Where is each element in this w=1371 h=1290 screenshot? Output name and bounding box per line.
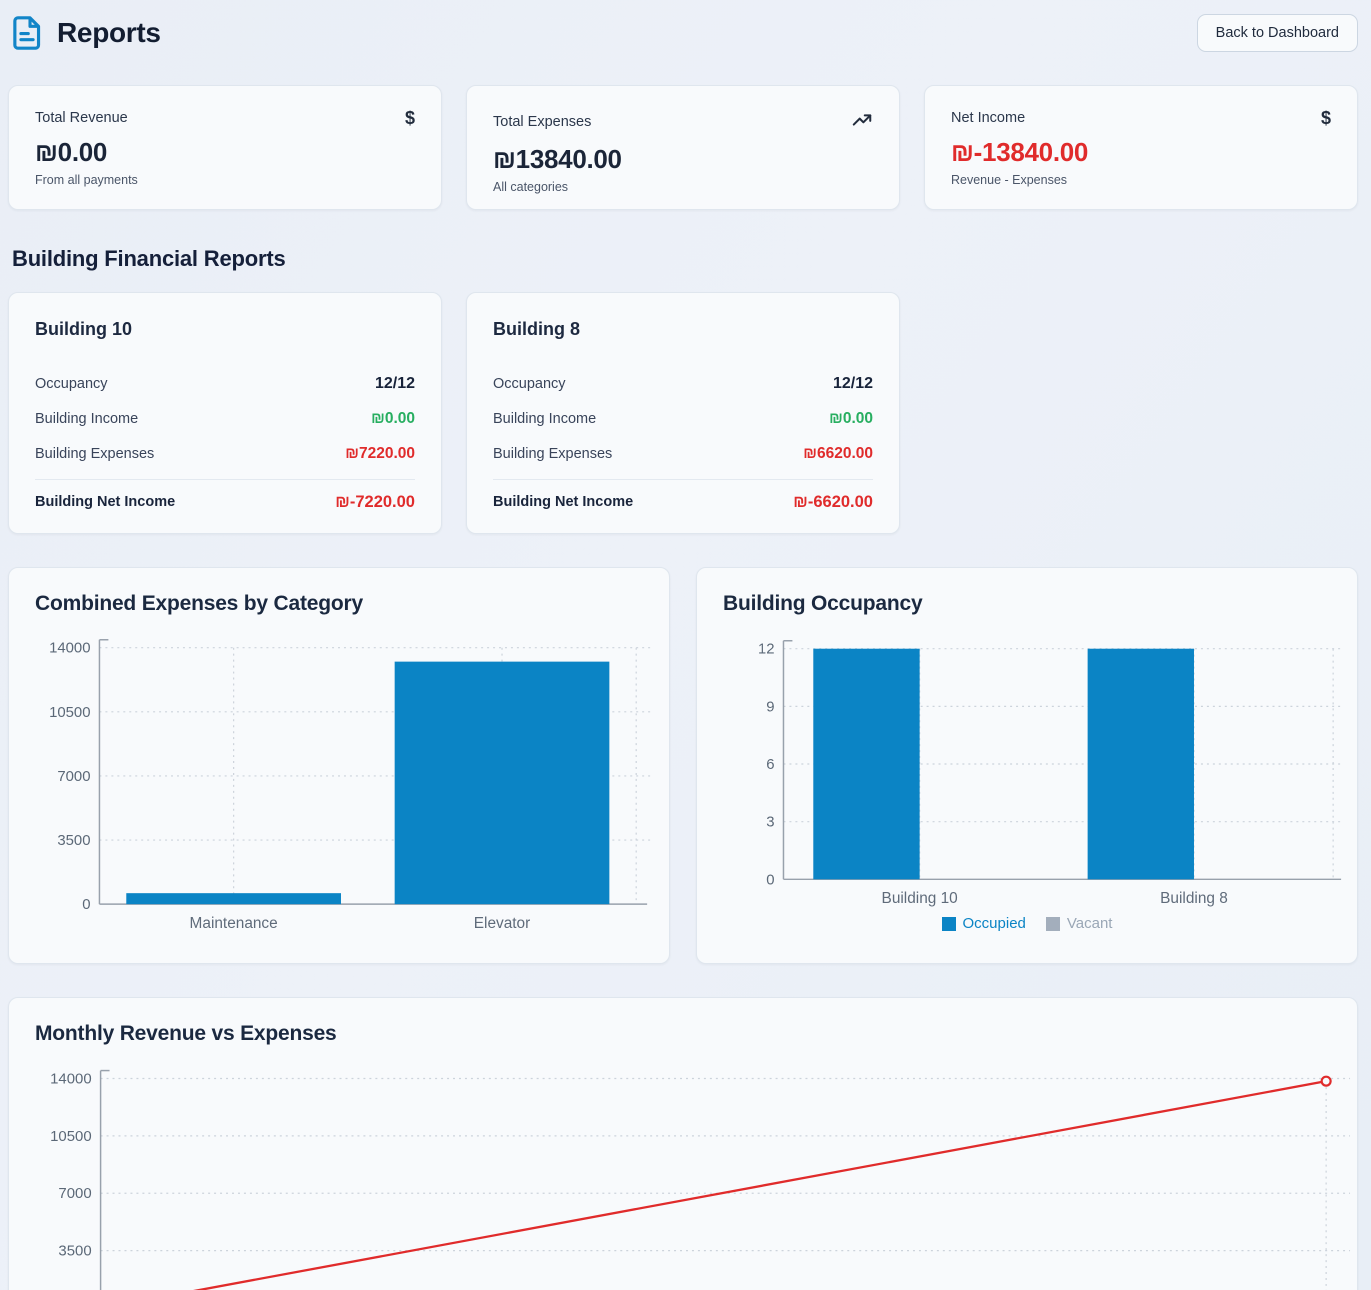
legend-label: Vacant: [1066, 915, 1113, 932]
bar-occupied-1: [1087, 648, 1194, 880]
trending-up-icon: [851, 109, 873, 134]
row-value: ₪6620.00: [803, 444, 873, 462]
row-value: 12/12: [374, 374, 415, 392]
row-value: ₪-6620.00: [793, 492, 873, 511]
building-card-building-8: Building 8 Occupancy 12/12 Building Inco…: [466, 292, 900, 534]
svg-text:Elevator: Elevator: [474, 915, 530, 932]
row-label: Building Expenses: [35, 445, 155, 462]
section-title: Building Financial Reports: [12, 246, 286, 271]
stat-value: ₪-13840.00: [951, 137, 1089, 167]
net-income-row: Building Net Income ₪-7220.00: [35, 484, 415, 520]
occupancy-row: Occupancy 12/12: [493, 366, 873, 401]
occupancy-bar-chart: 0 3 6 9 12 Building 10 Building 8: [758, 640, 1342, 907]
empty-grid-cell: [924, 292, 1358, 534]
bar-maintenance: [126, 893, 341, 905]
svg-text:7000: 7000: [57, 769, 90, 785]
expenses-row: Building Expenses ₪7220.00: [35, 436, 415, 471]
svg-text:14000: 14000: [50, 1071, 91, 1088]
row-label: Building Expenses: [493, 445, 613, 462]
row-value: ₪-7220.00: [335, 492, 415, 511]
legend-item-occupied: Occupied: [941, 915, 1026, 932]
building-occupancy-chart-card: Building Occupancy 0 3 6 9 12 Building 10 Buil…: [696, 567, 1358, 964]
page-title: Reports: [57, 17, 161, 48]
row-label: Building Income: [35, 410, 139, 427]
income-row: Building Income ₪0.00: [493, 401, 873, 436]
building-name: Building 8: [493, 319, 580, 339]
divider: [493, 479, 873, 480]
dollar-icon: $: [404, 108, 415, 128]
total-expenses-card: Total Expenses ₪13840.00 All categories: [466, 85, 900, 210]
vacant-swatch: [1045, 916, 1060, 931]
row-value: 12/12: [832, 374, 873, 392]
chart-title: Monthly Revenue vs Expenses: [35, 1022, 337, 1045]
svg-text:10500: 10500: [49, 705, 90, 721]
chart-legend: Occupied Vacant: [697, 915, 1357, 932]
svg-text:6: 6: [766, 757, 774, 773]
chart-title: Combined Expenses by Category: [35, 592, 363, 615]
line-endpoint-marker: [1320, 1075, 1332, 1087]
page-header: Reports Back to Dashboard: [8, 10, 1358, 56]
monthly-revenue-expenses-chart-card: Monthly Revenue vs Expenses 035007000105…: [8, 997, 1358, 1290]
svg-text:10500: 10500: [50, 1128, 91, 1145]
bar-occupied-0: [813, 648, 920, 880]
stat-label: Total Revenue: [35, 110, 128, 126]
bar-elevator: [394, 661, 610, 905]
divider: [35, 479, 415, 480]
legend-item-vacant: Vacant: [1045, 915, 1113, 932]
stat-subtext: From all payments: [35, 173, 138, 187]
svg-text:0: 0: [766, 872, 774, 888]
reports-page: Reports Back to Dashboard Total Revenue …: [0, 0, 1371, 1290]
occupied-swatch: [941, 916, 956, 931]
report-document-icon: [12, 16, 42, 50]
building-card-building-10: Building 10 Occupancy 12/12 Building Inc…: [8, 292, 442, 534]
charts-row: Combined Expenses by Category 0 3500 7000 1…: [8, 567, 1358, 964]
stat-subtext: Revenue - Expenses: [951, 173, 1068, 187]
expenses-by-category-chart-card: Combined Expenses by Category 0 3500 7000 1…: [8, 567, 670, 964]
svg-text:9: 9: [766, 699, 774, 715]
net-income-card: Net Income $ ₪-13840.00 Revenue - Expens…: [924, 85, 1358, 210]
row-value: ₪0.00: [829, 409, 873, 427]
svg-text:0: 0: [82, 897, 90, 913]
svg-text:Building 8: Building 8: [1160, 890, 1228, 907]
stat-value: ₪0.00: [35, 137, 108, 167]
total-revenue-card: Total Revenue $ ₪0.00 From all payments: [8, 85, 442, 210]
svg-text:12: 12: [758, 642, 775, 658]
stat-value: ₪13840.00: [493, 144, 622, 174]
svg-text:Maintenance: Maintenance: [190, 915, 278, 932]
svg-text:7000: 7000: [58, 1185, 91, 1202]
row-value: ₪7220.00: [345, 444, 415, 462]
income-row: Building Income ₪0.00: [35, 401, 415, 436]
svg-text:14000: 14000: [49, 641, 90, 657]
building-name: Building 10: [35, 319, 133, 339]
legend-label: Occupied: [962, 915, 1026, 932]
occupancy-row: Occupancy 12/12: [35, 366, 415, 401]
back-to-dashboard-button[interactable]: Back to Dashboard: [1196, 14, 1358, 52]
stat-label: Net Income: [951, 110, 1026, 126]
dollar-icon: $: [1320, 108, 1331, 128]
net-income-row: Building Net Income ₪-6620.00: [493, 484, 873, 520]
row-label: Occupancy: [493, 375, 566, 392]
svg-text:Building 10: Building 10: [882, 890, 958, 907]
row-label: Occupancy: [35, 375, 108, 392]
stat-label: Total Expenses: [493, 113, 592, 130]
expenses-row: Building Expenses ₪6620.00: [493, 436, 873, 471]
row-label: Building Income: [493, 410, 597, 427]
header-title-group: Reports: [12, 16, 161, 50]
expenses-bar-chart: 0 3500 7000 10500 14000 Maintenance Elevator: [49, 639, 654, 932]
svg-text:3: 3: [766, 815, 774, 831]
row-value: ₪0.00: [371, 409, 415, 427]
svg-text:3500: 3500: [58, 1243, 91, 1260]
chart-title: Building Occupancy: [723, 592, 923, 615]
expenses-line: [193, 1080, 1327, 1290]
row-label: Building Net Income: [493, 494, 634, 510]
stat-cards-row: Total Revenue $ ₪0.00 From all payments …: [8, 85, 1358, 210]
row-label: Building Net Income: [35, 494, 176, 510]
svg-text:3500: 3500: [57, 833, 90, 849]
stat-subtext: All categories: [493, 180, 569, 194]
building-cards-row: Building 10 Occupancy 12/12 Building Inc…: [8, 292, 1358, 534]
